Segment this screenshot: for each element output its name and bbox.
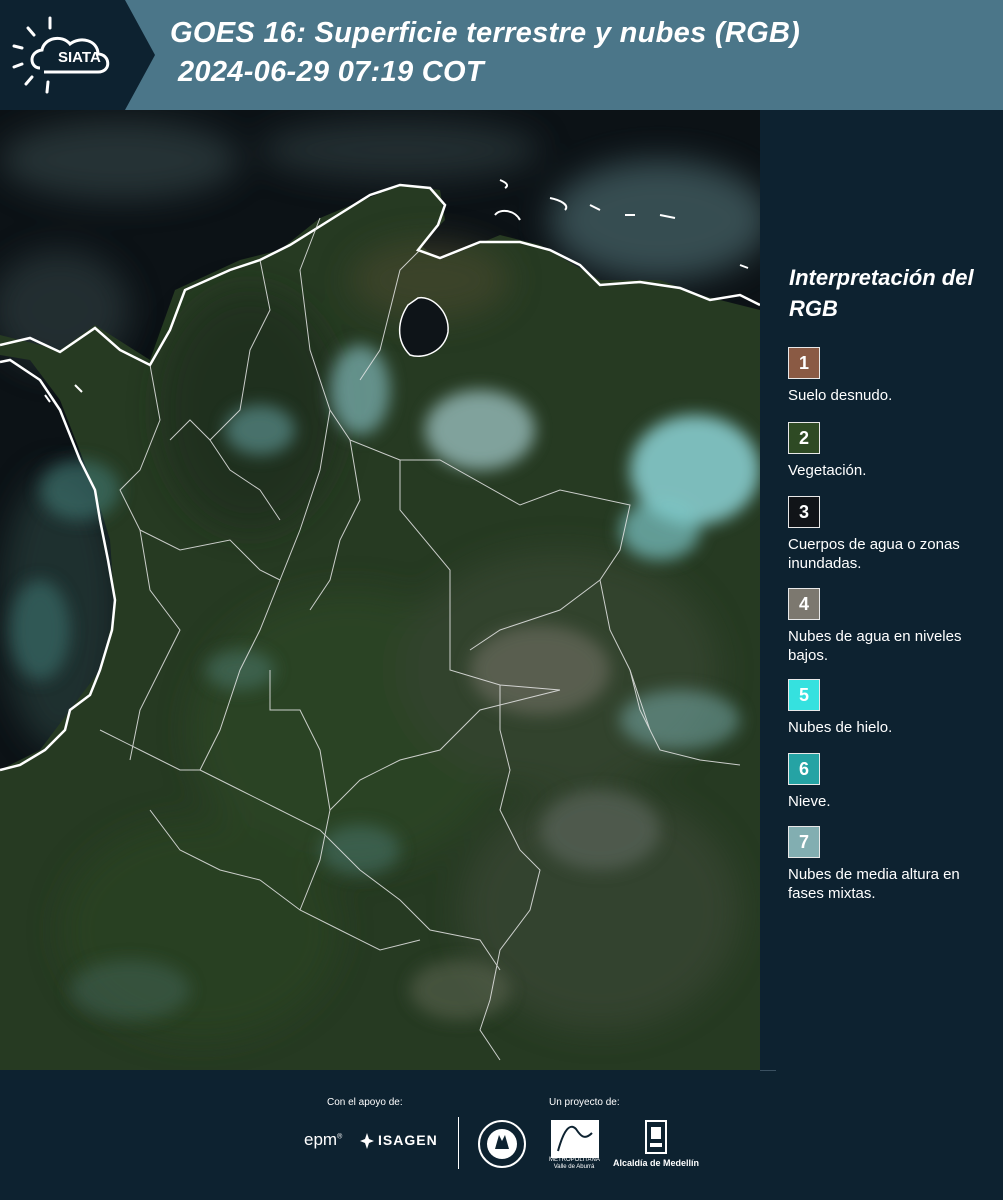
footer-divider-line [760,1070,776,1071]
satellite-map[interactable] [0,110,760,1070]
legend-item: 3 Cuerpos de agua o zonas inundadas. [788,496,998,573]
legend-swatch: 5 [788,679,820,711]
legend-label: Suelo desnudo. [788,387,893,404]
legend-label: Vegetación. [788,462,867,479]
legend-swatch: 7 [788,826,820,858]
legend-item: 5 Nubes de hielo. [788,679,998,737]
legend-item: 1 Suelo desnudo. [788,347,998,405]
legend-label: Nubes de hielo. [788,719,893,736]
legend-label: Nubes de agua en niveles bajos. [788,628,962,664]
alcaldia-shield-icon[interactable] [644,1119,668,1155]
legend-item: 6 Nieve. [788,753,998,811]
epm-logo[interactable]: epm® [304,1130,342,1150]
medellin-seal-icon[interactable] [477,1119,527,1169]
legend-label: Cuerpos de agua o zonas inundadas. [788,536,960,572]
siata-logo-icon: SIATA [0,0,155,110]
legend-panel: Interpretación del RGB 1 Suelo desnudo. … [760,110,1003,1070]
page-title: GOES 16: Superficie terrestre y nubes (R… [170,17,801,49]
footer: Con el apoyo de: epm® ISAGEN Un proyecto… [0,1070,1003,1200]
support-label: Con el apoyo de: [327,1097,403,1108]
legend-label: Nieve. [788,793,831,810]
page-timestamp: 2024-06-29 07:19 COT [178,56,484,88]
legend-swatch: 4 [788,588,820,620]
siata-logo[interactable]: SIATA [0,0,155,110]
legend-swatch: 6 [788,753,820,785]
header: SIATA GOES 16: Superficie terrestre y nu… [0,0,1003,110]
isagen-icon [360,1133,374,1149]
alcaldia-text: Alcaldía de Medellín [613,1158,700,1168]
legend-swatch: 2 [788,422,820,454]
footer-divider [458,1117,459,1169]
legend-title: Interpretación del RGB [789,265,974,321]
isagen-logo[interactable]: ISAGEN [378,1132,438,1148]
svg-text:SIATA: SIATA [58,49,101,66]
legend-swatch: 1 [788,347,820,379]
area-metropolitana-icon[interactable] [550,1119,600,1159]
legend-item: 7 Nubes de media altura en fases mixtas. [788,826,998,903]
project-label: Un proyecto de: [549,1097,620,1108]
legend-item: 2 Vegetación. [788,422,998,480]
satellite-map-canvas [0,110,760,1070]
legend-label: Nubes de media altura en fases mixtas. [788,866,960,902]
legend-item: 4 Nubes de agua en niveles bajos. [788,588,998,665]
area-metropolitana-text: METROPOLITANA Valle de Aburrá [549,1157,600,1170]
legend-swatch: 3 [788,496,820,528]
